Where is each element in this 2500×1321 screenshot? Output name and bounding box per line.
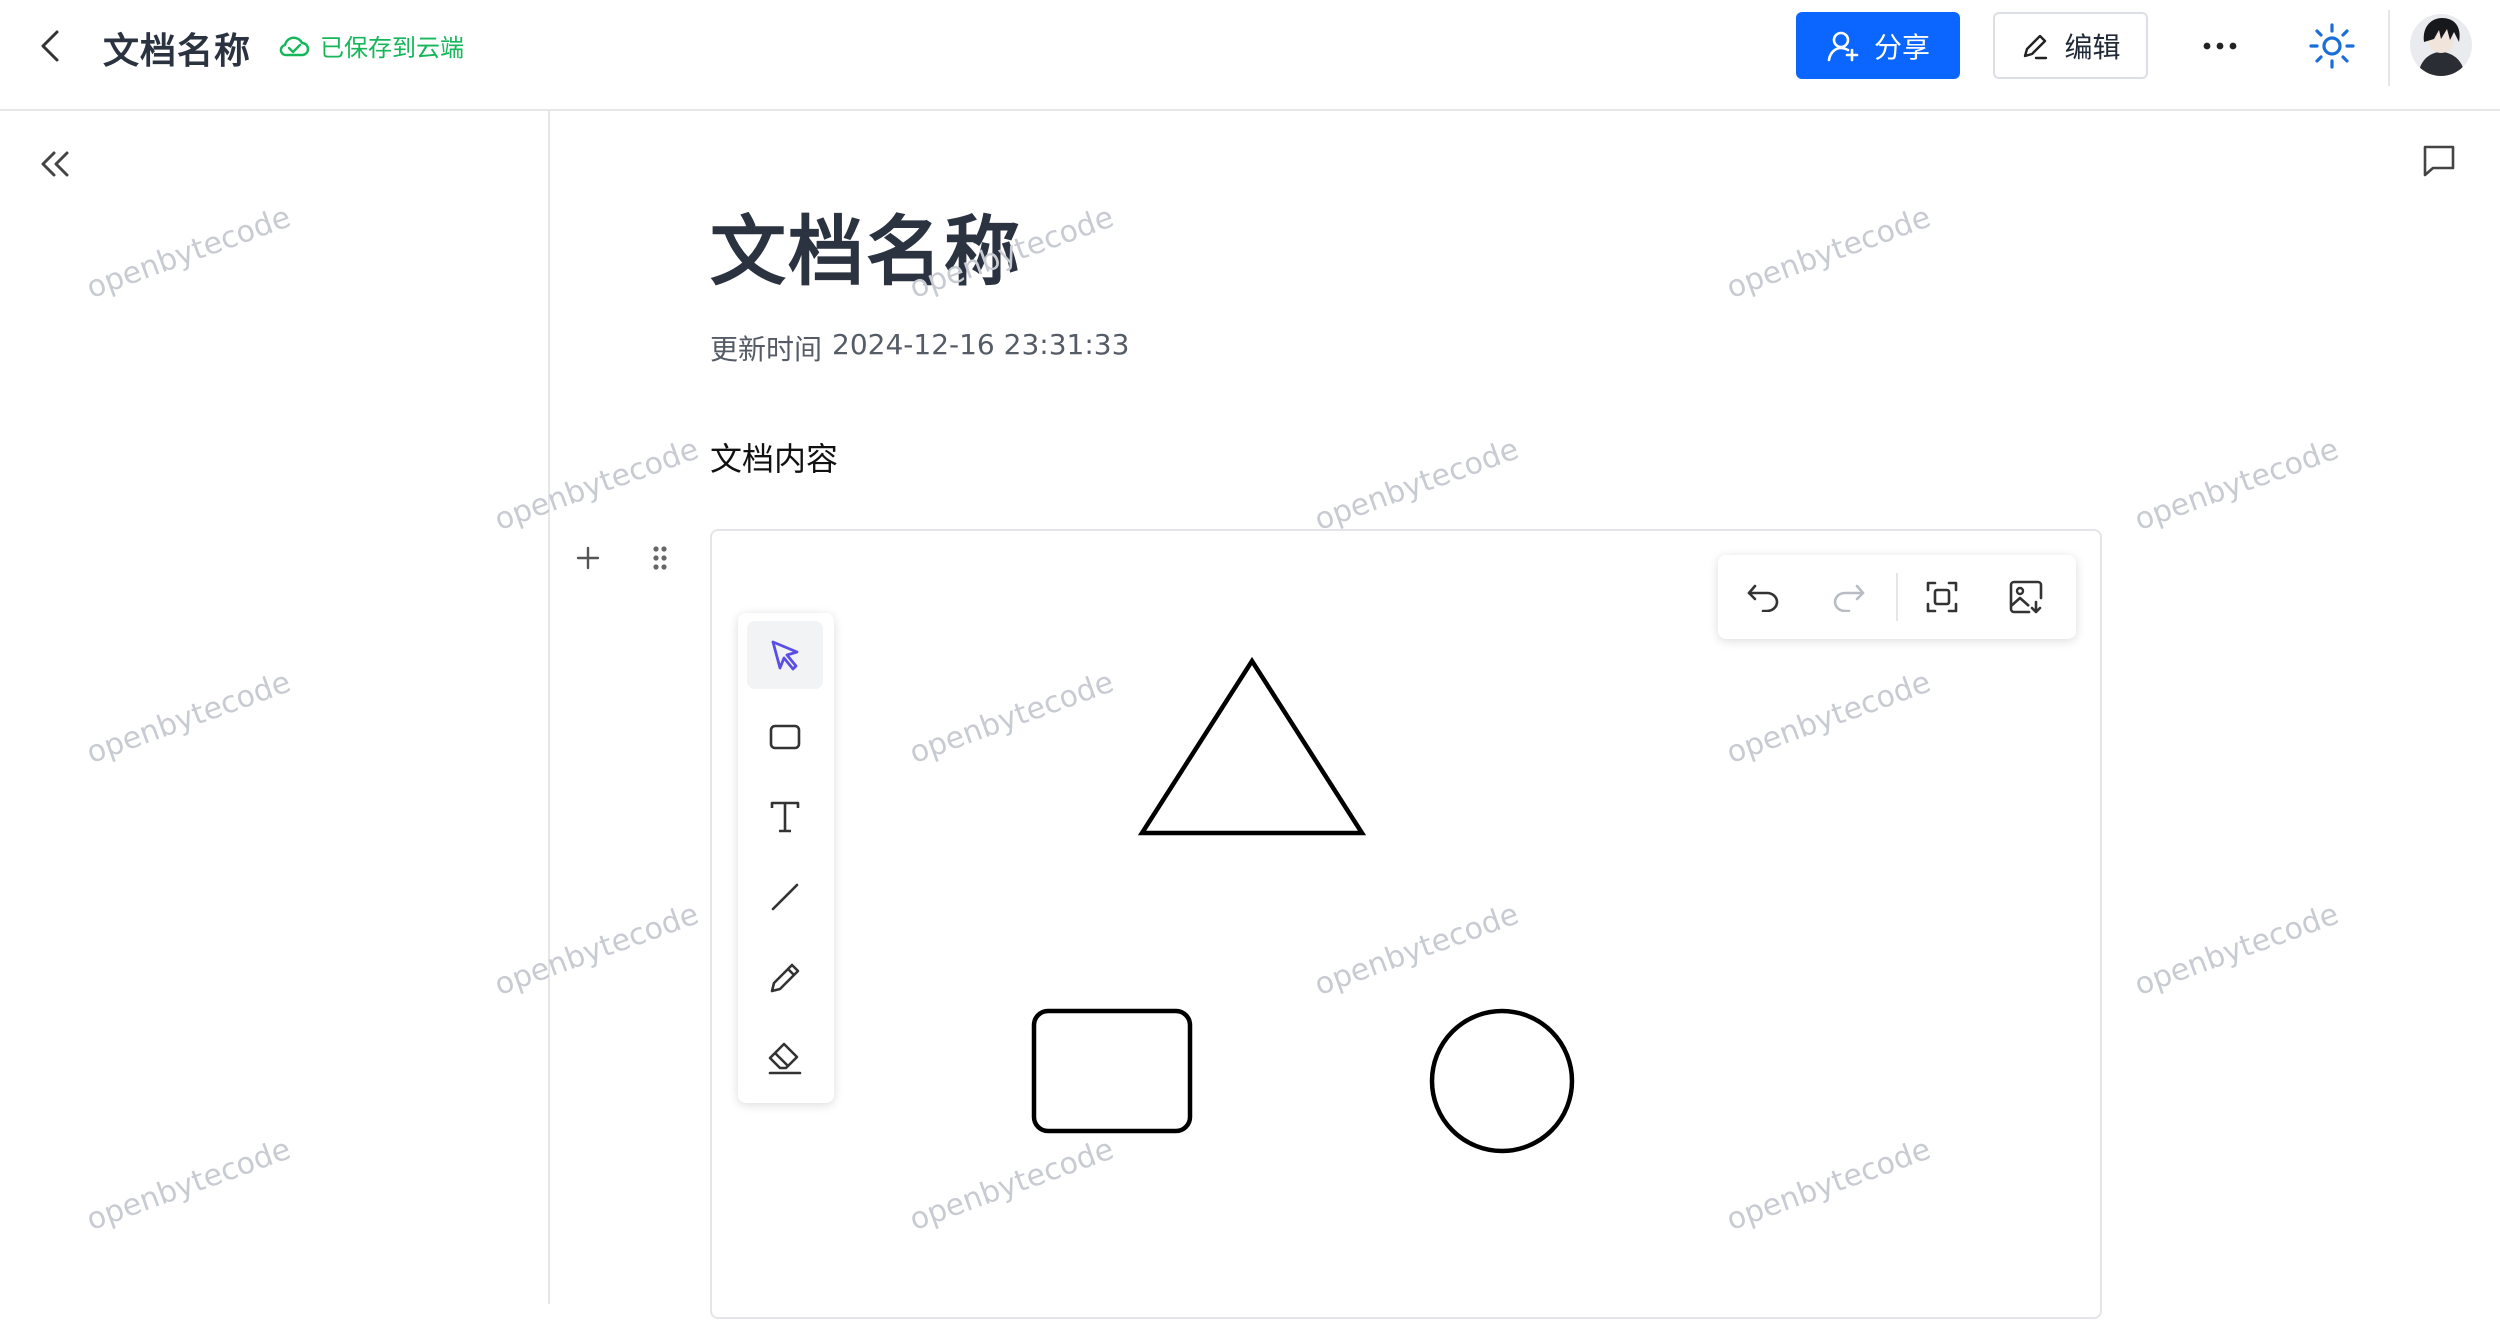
updated-value: 2024-12-16 23:31:33	[832, 328, 1130, 361]
updated-label: 更新时间	[710, 333, 823, 366]
comment-icon	[2423, 145, 2455, 177]
select-icon	[771, 640, 799, 671]
add-block-button[interactable]	[568, 538, 608, 578]
back-button[interactable]	[30, 26, 70, 66]
fit-view-button[interactable]	[1916, 571, 1968, 623]
export-image-button[interactable]	[2000, 571, 2052, 623]
sun-icon	[2309, 23, 2355, 69]
updated-time: 更新时间 2024-12-16 23:31:33	[710, 328, 1129, 368]
tool-line[interactable]	[747, 863, 823, 931]
export-image-icon	[2009, 580, 2043, 614]
user-avatar-icon	[2410, 14, 2472, 76]
pencil-icon	[770, 963, 800, 993]
watermark-text: openbytecode	[1722, 199, 1936, 306]
header-doc-title: 文档名称	[103, 31, 252, 72]
tool-text[interactable]	[747, 783, 823, 851]
tool-select[interactable]	[747, 621, 823, 689]
toolbar-divider	[1896, 573, 1898, 621]
redo-button[interactable]	[1822, 571, 1874, 623]
document-title[interactable]: 文档名称	[710, 190, 1022, 300]
tool-rectangle[interactable]	[747, 703, 823, 771]
theme-toggle-button[interactable]	[2304, 18, 2360, 74]
drawing-tool-panel	[738, 613, 834, 1103]
collapse-sidebar-button[interactable]	[34, 143, 76, 185]
cloud-check-icon	[279, 36, 310, 56]
undo-button[interactable]	[1738, 571, 1790, 623]
text-icon	[770, 801, 800, 833]
chevron-left-icon	[41, 30, 59, 62]
more-dots-icon	[2203, 42, 2237, 50]
header-divider	[2388, 10, 2390, 86]
edit-label: 编辑	[2064, 30, 2121, 64]
sidebar	[0, 111, 550, 1304]
watermark-text: openbytecode	[2130, 431, 2344, 538]
undo-icon	[1747, 584, 1779, 612]
whiteboard-toolbar	[1718, 555, 2076, 639]
share-user-icon	[1827, 31, 1859, 61]
share-label: 分享	[1873, 30, 1930, 64]
redo-icon	[1833, 584, 1865, 612]
share-button[interactable]: 分享	[1796, 12, 1960, 79]
drag-dots-icon	[653, 546, 667, 570]
tool-eraser[interactable]	[747, 1025, 823, 1093]
edit-button[interactable]: 编辑	[1993, 12, 2148, 79]
watermark-text: openbytecode	[1310, 431, 1524, 538]
save-status-label: 已保存到云端	[320, 34, 464, 62]
rectangle-icon	[769, 724, 801, 750]
fit-view-icon	[1926, 581, 1958, 613]
document-content[interactable]: 文档内容	[710, 434, 838, 480]
more-button[interactable]	[2196, 22, 2244, 70]
triangle-shape[interactable]	[1137, 656, 1367, 836]
avatar[interactable]	[2410, 14, 2472, 76]
tool-pencil[interactable]	[747, 944, 823, 1012]
eraser-icon	[768, 1042, 802, 1075]
line-icon	[771, 883, 799, 911]
pen-icon	[2024, 34, 2048, 59]
plus-icon	[576, 546, 600, 570]
rounded-rectangle-shape[interactable]	[1031, 1008, 1193, 1134]
save-status: 已保存到云端	[278, 28, 464, 63]
comment-button[interactable]	[2416, 138, 2462, 184]
top-bar: 文档名称 已保存到云端 分享 编辑	[0, 0, 2500, 111]
circle-shape[interactable]	[1429, 1008, 1575, 1154]
whiteboard[interactable]	[710, 529, 2102, 1319]
drag-handle[interactable]	[640, 538, 680, 578]
watermark-text: openbytecode	[2130, 896, 2344, 1003]
whiteboard-canvas[interactable]	[712, 531, 2104, 1321]
double-chevron-left-icon	[41, 151, 69, 177]
